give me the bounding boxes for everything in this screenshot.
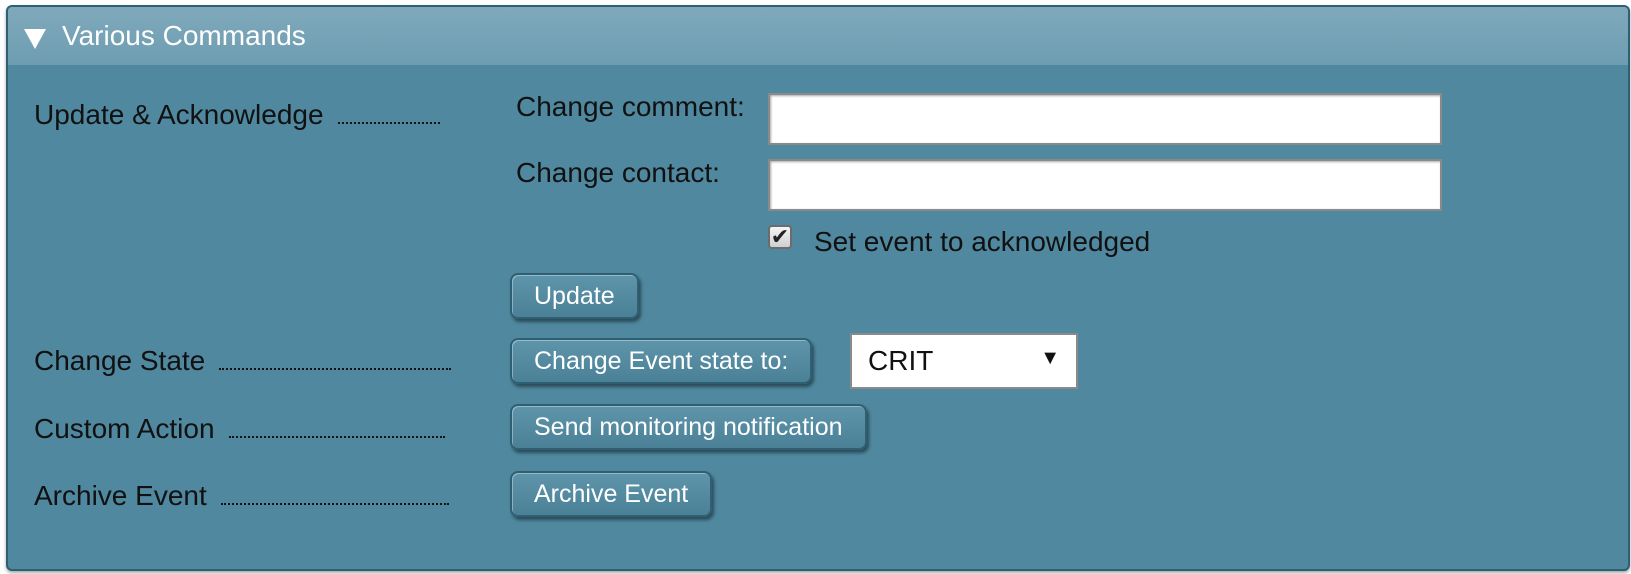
triangle-down-icon[interactable] xyxy=(24,29,46,49)
row-label-update: Update & Acknowledge xyxy=(34,99,440,131)
state-select-value: CRIT xyxy=(868,345,934,376)
chevron-down-icon: ▼ xyxy=(1040,347,1060,369)
row-label-update-text: Update & Acknowledge xyxy=(34,99,324,130)
various-commands-panel: Various Commands Update & Acknowledge Ch… xyxy=(6,5,1630,571)
dotted-leader xyxy=(337,122,440,124)
row-label-archive: Archive Event xyxy=(34,480,449,512)
contact-label: Change contact: xyxy=(516,157,720,188)
row-label-custom-action: Custom Action xyxy=(34,413,445,445)
row-label-change-state-text: Change State xyxy=(34,345,206,376)
panel-title: Various Commands xyxy=(62,20,306,51)
comment-label: Change comment: xyxy=(516,91,745,122)
row-label-change-state: Change State xyxy=(34,345,452,377)
contact-input[interactable] xyxy=(768,159,1442,211)
update-button[interactable]: Update xyxy=(510,273,639,319)
acknowledge-checkbox[interactable]: ✔ xyxy=(768,225,792,249)
dotted-leader xyxy=(228,436,445,438)
send-notification-button[interactable]: Send monitoring notification xyxy=(510,404,867,450)
panel-header[interactable]: Various Commands xyxy=(8,7,1628,65)
dotted-leader xyxy=(219,368,452,370)
row-label-custom-action-text: Custom Action xyxy=(34,413,215,444)
state-select[interactable]: CRIT ▼ xyxy=(850,333,1078,389)
dotted-leader xyxy=(220,503,449,505)
change-state-button[interactable]: Change Event state to: xyxy=(510,338,813,384)
row-label-archive-text: Archive Event xyxy=(34,480,207,511)
comment-input[interactable] xyxy=(768,93,1442,145)
acknowledge-label: Set event to acknowledged xyxy=(814,226,1151,257)
archive-event-button[interactable]: Archive Event xyxy=(510,471,713,517)
